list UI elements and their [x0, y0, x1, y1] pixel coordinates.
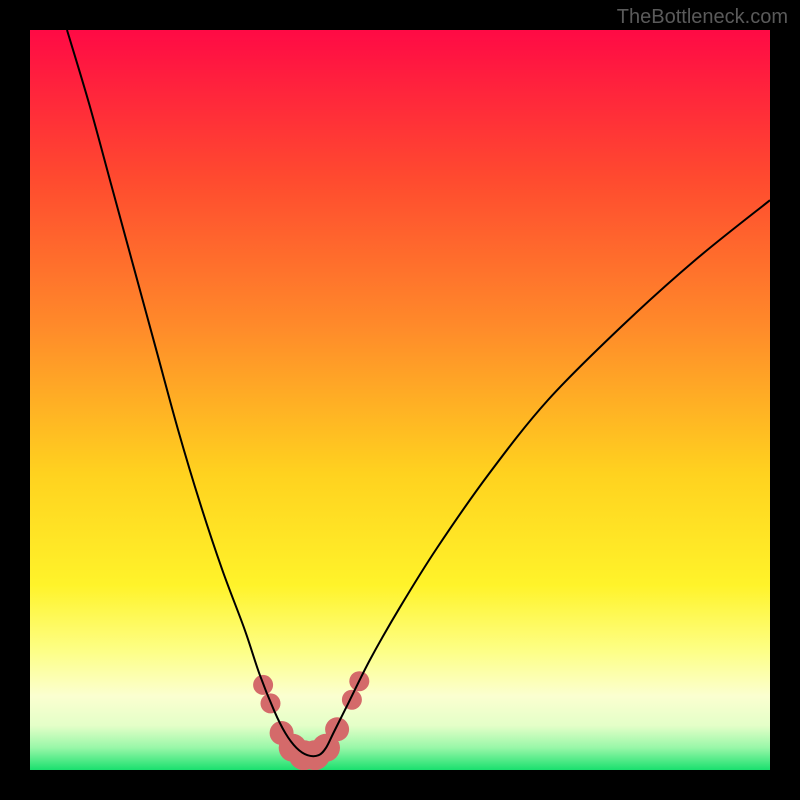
chart-canvas	[30, 30, 770, 770]
marker-dot	[342, 690, 362, 710]
chart-background	[30, 30, 770, 770]
watermark-text: TheBottleneck.com	[617, 6, 788, 29]
marker-dot	[325, 717, 349, 741]
chart-svg	[30, 30, 770, 770]
